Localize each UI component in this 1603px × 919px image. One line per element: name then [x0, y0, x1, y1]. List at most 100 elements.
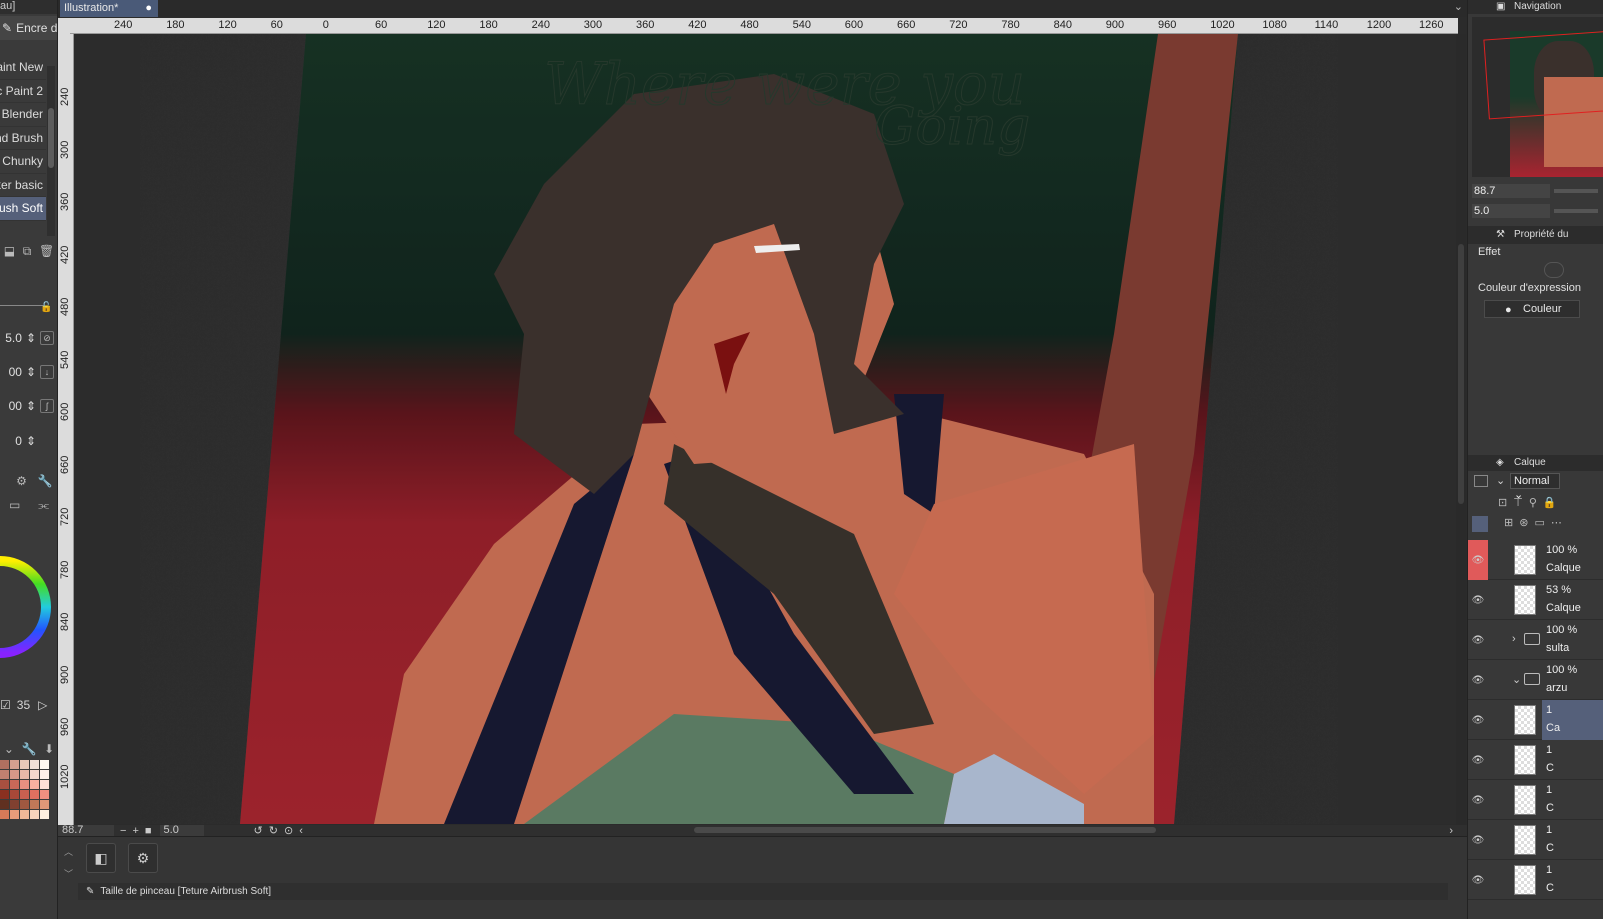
pressure-icon[interactable]: ⊘: [40, 331, 54, 345]
eye-icon[interactable]: 👁: [1468, 780, 1488, 820]
brush-item-selected[interactable]: rush Soft: [0, 197, 46, 221]
spinner-icon[interactable]: ⇕: [26, 365, 36, 379]
reference-icon[interactable]: ⚲: [1529, 496, 1537, 509]
eye-icon[interactable]: 👁: [1468, 740, 1488, 780]
duplicate-icon[interactable]: ⧉: [23, 244, 32, 259]
param-value[interactable]: 00: [9, 399, 22, 413]
color-swatch[interactable]: [10, 790, 19, 799]
eye-icon[interactable]: 👁: [1468, 620, 1488, 660]
spinner-icon[interactable]: ⇕: [26, 331, 36, 345]
effect-circle-icon[interactable]: [1544, 262, 1564, 278]
canvas-horizontal-scrollbar[interactable]: [694, 827, 1156, 833]
color-swatch[interactable]: [30, 790, 39, 799]
brush-item[interactable]: nd Brush: [0, 127, 46, 150]
spinner-icon[interactable]: ⇕: [26, 434, 36, 448]
color-swatch[interactable]: [10, 810, 19, 819]
zoom-value[interactable]: 88.7: [58, 825, 114, 836]
color-swatch[interactable]: [20, 780, 29, 789]
param-value[interactable]: 5.0: [5, 331, 22, 345]
view-rectangle[interactable]: [1483, 30, 1603, 120]
rotation-value[interactable]: 5.0: [159, 825, 204, 836]
check-icon[interactable]: ☑: [0, 698, 11, 712]
brush-item[interactable]: aint New: [0, 56, 46, 80]
brush-list-scrollbar[interactable]: [47, 66, 55, 236]
param-value[interactable]: 00: [9, 365, 22, 379]
brush-size-param[interactable]: 5.0 ⇕ ⊘: [0, 327, 57, 349]
color-swatch[interactable]: [30, 760, 39, 769]
brush-item[interactable]: c Paint 2: [0, 80, 46, 103]
unsaved-dot[interactable]: ●: [145, 0, 152, 17]
color-swatch[interactable]: [40, 810, 49, 819]
save-icon[interactable]: ⬇: [44, 742, 54, 756]
blend-mode-select[interactable]: Normal ⌄: [1510, 473, 1560, 501]
stabilization-param[interactable]: 0 ⇕: [0, 430, 57, 452]
chevron-down-icon[interactable]: ⌄: [1454, 0, 1463, 13]
delete-icon[interactable]: 🗑: [39, 244, 54, 258]
eye-icon[interactable]: 👁: [1468, 540, 1488, 580]
color-swatch[interactable]: [20, 790, 29, 799]
color-swatch[interactable]: [0, 800, 9, 809]
curve-icon[interactable]: ʃ: [40, 399, 54, 413]
wrench-icon[interactable]: 🔧: [22, 742, 37, 756]
brush-item[interactable]: ker basic: [0, 174, 46, 197]
nav-zoom-field[interactable]: 88.7: [1472, 184, 1550, 198]
chevron-down-icon[interactable]: ⌄: [1496, 474, 1505, 487]
eye-icon[interactable]: 👁: [1468, 820, 1488, 860]
color-swatch[interactable]: [0, 760, 9, 769]
tab-illustration[interactable]: Illustration* ●: [60, 0, 158, 17]
color-swatch[interactable]: [40, 770, 49, 779]
color-mode-button[interactable]: ● Couleur: [1484, 300, 1580, 318]
lock-icon[interactable]: 🔒: [1543, 496, 1557, 509]
color-swatch[interactable]: [30, 800, 39, 809]
nav-zoom-slider[interactable]: [1554, 189, 1598, 193]
color-swatch[interactable]: [30, 780, 39, 789]
color-swatch[interactable]: [20, 770, 29, 779]
color-swatch[interactable]: [10, 760, 19, 769]
color-swatch[interactable]: [20, 760, 29, 769]
color-swatch[interactable]: [0, 770, 9, 779]
dropdown-icon[interactable]: ⌄: [4, 742, 14, 756]
flip-icon[interactable]: ‹: [299, 825, 303, 837]
eye-icon[interactable]: 👁: [1468, 580, 1488, 620]
import-icon[interactable]: ⬓: [4, 244, 15, 258]
density-param[interactable]: 00 ⇕ ʃ: [0, 395, 57, 417]
spinner-icon[interactable]: ⇕: [26, 399, 36, 413]
settings-button[interactable]: ⚙: [128, 843, 158, 873]
brush-item[interactable]: t Chunky: [0, 150, 46, 174]
color-wheel[interactable]: [0, 522, 52, 692]
scroll-thumb[interactable]: [1458, 244, 1464, 504]
color-swatch[interactable]: [0, 790, 9, 799]
layer-row[interactable]: 👁 1 Ca: [1468, 700, 1603, 740]
color-wheel-tab-icon[interactable]: ▭: [9, 498, 20, 512]
play-icon[interactable]: ▷: [38, 698, 47, 712]
eye-icon[interactable]: 👁: [1468, 700, 1488, 740]
color-swatch[interactable]: [40, 780, 49, 789]
new-layer-icon[interactable]: ⊞: [1504, 516, 1513, 529]
navigation-preview[interactable]: [1472, 17, 1603, 177]
color-palette[interactable]: [0, 760, 49, 819]
layer-checkbox[interactable]: [1474, 475, 1488, 487]
new-folder-icon[interactable]: ▭: [1534, 516, 1544, 529]
param-value[interactable]: 0: [15, 434, 22, 448]
color-swatch[interactable]: [10, 780, 19, 789]
color-swatch[interactable]: [20, 810, 29, 819]
lock-transparent-icon[interactable]: ⊡: [1498, 496, 1507, 509]
color-swatch[interactable]: [40, 800, 49, 809]
color-swatch[interactable]: [40, 790, 49, 799]
color-swatch[interactable]: [30, 810, 39, 819]
layer-row[interactable]: 👁 53 % Calque: [1468, 580, 1603, 620]
scroll-thumb[interactable]: [48, 108, 54, 168]
nav-rotation-field[interactable]: 5.0: [1472, 204, 1550, 218]
eye-icon[interactable]: 👁: [1468, 660, 1488, 700]
layer-mode-icon[interactable]: [1472, 516, 1488, 532]
brush-item[interactable]: t Blender: [0, 103, 46, 127]
color-swatch[interactable]: [30, 770, 39, 779]
nav-rotation-slider[interactable]: [1554, 209, 1598, 213]
opacity-param[interactable]: 00 ⇕ ↓: [0, 361, 57, 383]
lock-icon[interactable]: 🔓: [40, 302, 52, 313]
panel-arrows[interactable]: ︿ ﹀: [64, 841, 73, 885]
layer-row[interactable]: 👁 1 C: [1468, 820, 1603, 860]
panel-toggle-button[interactable]: ◧: [86, 843, 116, 873]
color-swatch[interactable]: [10, 770, 19, 779]
color-swatch[interactable]: [40, 760, 49, 769]
